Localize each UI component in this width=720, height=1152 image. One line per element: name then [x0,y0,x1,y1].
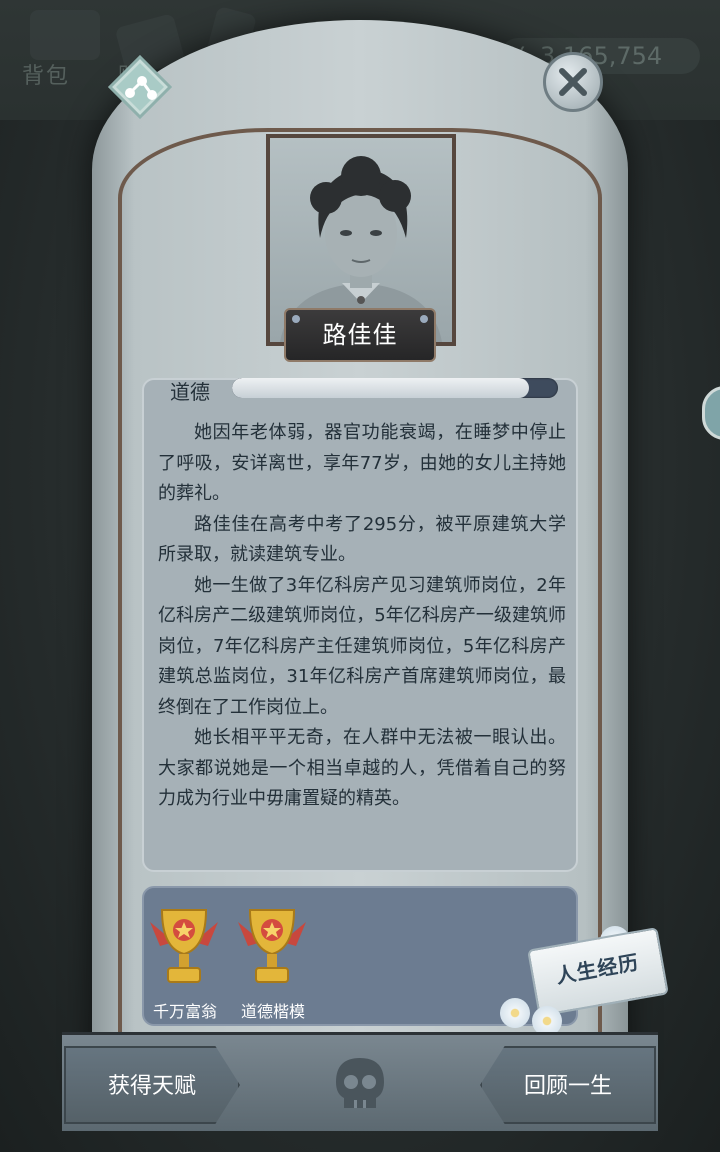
story-paragraph: 路佳佳在高考中考了295分，被平原建筑大学所录取，就读建筑专业。 [158,513,566,566]
gain-talent-button[interactable]: 获得天赋 [64,1046,240,1124]
story-paragraph: 她因年老体弱，器官功能衰竭，在睡梦中停止了呼吸，安详离世，享年77岁，由她的女儿… [158,422,566,504]
share-icon[interactable] [108,55,172,119]
plate-pin [292,315,300,323]
hud-decoration [30,10,100,60]
plate-pin [420,315,428,323]
moral-bar-fill [232,378,529,398]
life-story-text: 她因年老体弱，器官功能衰竭，在睡梦中停止了呼吸，安详离世，享年77岁，由她的女儿… [158,418,566,815]
moral-label: 道德 [170,380,210,404]
flower-decoration [500,998,530,1028]
trophy-icon[interactable] [232,902,312,988]
review-life-button[interactable]: 回顾一生 [480,1046,656,1124]
character-name: 路佳佳 [322,321,398,349]
name-plate: 路佳佳 [284,308,436,362]
tab-backpack[interactable]: 背包 [22,58,70,90]
award-label: 道德楷模 [240,1002,305,1021]
story-paragraph: 她长相平平无奇，在人群中无法被一眼认出。大家都说她是一个相当卓越的人，凭借着自己… [158,727,566,809]
award-label: 千万富翁 [152,1002,217,1021]
moral-bar [232,378,558,398]
side-badge-icon[interactable] [702,386,720,440]
close-button[interactable] [543,52,603,112]
trophy-icon[interactable] [144,902,224,988]
close-icon [559,68,587,96]
skull-icon [336,1058,384,1108]
story-paragraph: 她一生做了3年亿科房产见习建筑师岗位，2年亿科房产二级建筑师岗位，5年亿科房产一… [158,574,566,718]
